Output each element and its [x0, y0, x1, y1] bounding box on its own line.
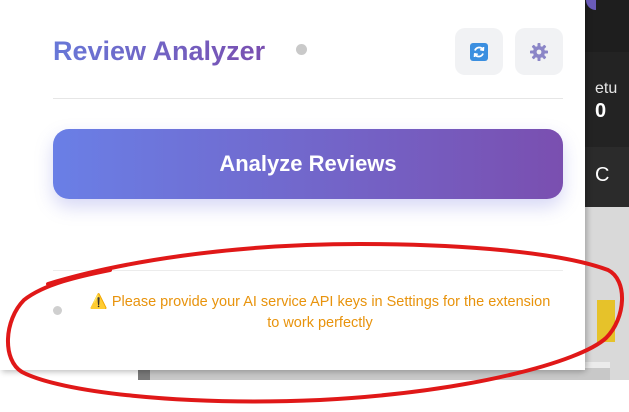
refresh-button[interactable] — [455, 28, 503, 75]
background-text: etu — [595, 80, 618, 97]
api-key-warning: ⚠️ Please provide your AI service API ke… — [85, 292, 555, 334]
connection-status-dot — [296, 44, 307, 55]
warning-text: Please provide your AI service API keys … — [111, 294, 551, 331]
background-text: 0 — [595, 100, 607, 122]
settings-button[interactable] — [515, 28, 563, 75]
analyze-reviews-button[interactable]: Analyze Reviews — [53, 129, 563, 199]
refresh-icon — [470, 42, 488, 61]
background-text: C — [595, 164, 610, 186]
app-title: Review Analyzer — [53, 36, 266, 66]
background-page: etu 0 C — [583, 0, 629, 380]
footer-divider — [53, 270, 563, 271]
screen: etu 0 C Review Analyzer Analyze Reviews … — [0, 0, 629, 412]
background-highlight — [597, 300, 615, 342]
footer-status-dot — [53, 306, 62, 315]
gear-icon — [530, 42, 548, 61]
extension-popup: Review Analyzer Analyze Reviews ⚠️ Pleas… — [0, 0, 585, 370]
analyze-button-label: Analyze Reviews — [219, 151, 397, 176]
warning-icon: ⚠️ — [89, 294, 108, 310]
header-divider — [53, 98, 563, 99]
